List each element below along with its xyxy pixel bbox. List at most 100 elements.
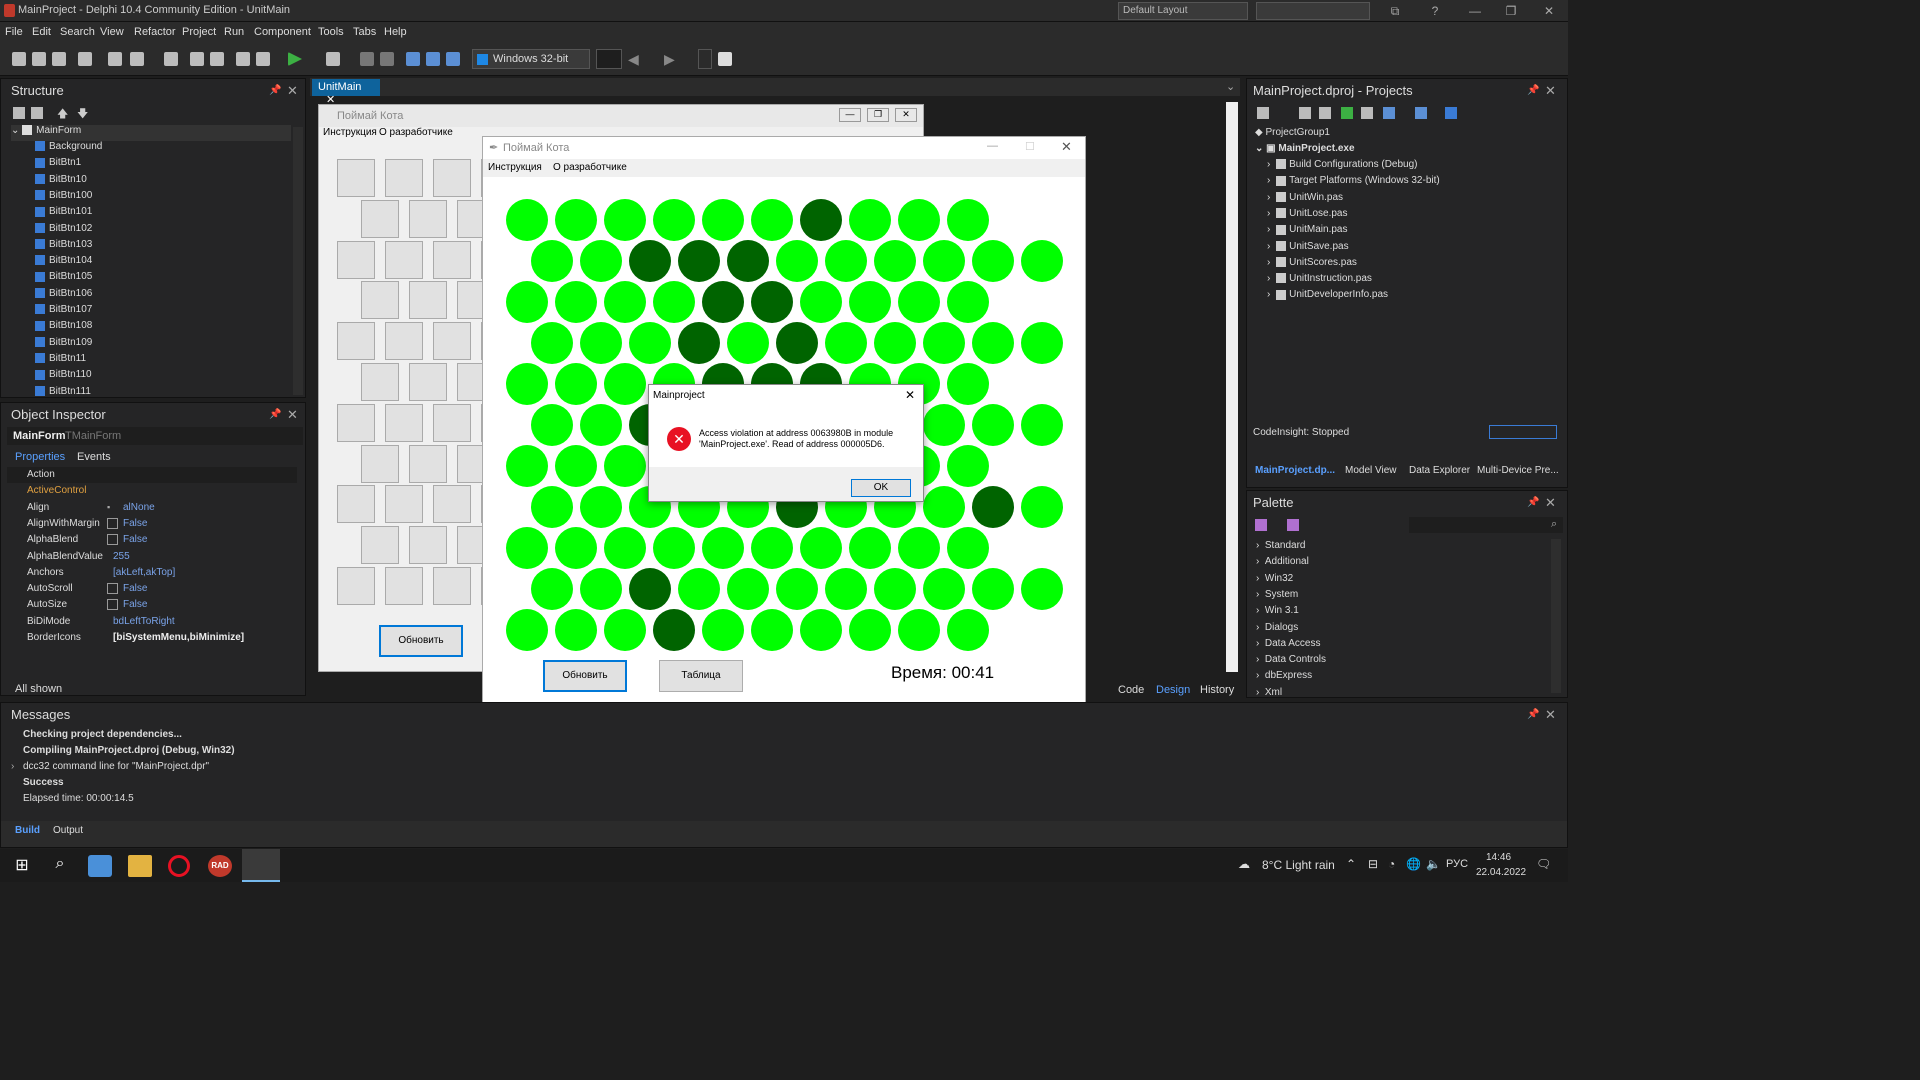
game-cell[interactable] [555,363,597,405]
game-cell[interactable] [922,240,965,282]
search-icon[interactable]: ⌕ [1551,518,1557,531]
game-cell[interactable] [751,199,793,241]
palette-category[interactable]: › dbExpress [1256,670,1312,681]
menu-instruction[interactable]: Инструкция [488,162,542,173]
step-over-icon[interactable] [406,52,420,66]
tab-model-view[interactable]: Model View [1345,465,1397,476]
close-button[interactable]: ✕ [1538,2,1560,20]
structure-scrollbar[interactable] [293,127,303,395]
game-cell[interactable] [506,609,548,651]
tab-projects[interactable]: MainProject.dp... [1255,465,1335,476]
game-cell[interactable] [579,486,622,528]
volume-icon[interactable]: 🔈 [1426,857,1441,871]
game-cell[interactable] [971,322,1014,364]
tab-history[interactable]: History [1200,684,1234,696]
game-cell[interactable] [677,240,720,282]
game-cell[interactable] [506,527,548,569]
game-cell[interactable] [873,240,916,282]
close-icon[interactable]: ✕ [1545,707,1556,723]
config-box[interactable] [596,49,622,69]
tab-unitmain[interactable]: UnitMain ✕ [312,79,380,106]
game-cell[interactable] [579,322,622,364]
game-cell[interactable] [775,240,818,282]
add-file-icon[interactable] [236,52,250,66]
palette-category[interactable]: › Win 3.1 [1256,605,1299,616]
game-cell[interactable] [726,568,769,610]
chevron-up-icon[interactable]: ⌃ [1346,857,1356,871]
game-cell[interactable] [677,568,720,610]
game-cell[interactable] [824,240,867,282]
game-cell[interactable] [800,199,842,241]
project-exe[interactable]: ⌄ ▣ MainProject.exe [1255,143,1355,154]
forward-icon[interactable]: ▶ [664,51,675,68]
device-icon[interactable] [718,52,732,66]
game-cell[interactable] [628,568,671,610]
tree-root[interactable]: ⌄ MainForm [11,125,291,141]
sync-icon[interactable] [1341,107,1353,119]
menu-file[interactable]: File [5,26,23,38]
search-icon[interactable]: ⌕ [48,855,72,877]
structure-item[interactable]: BitBtn102 [35,223,92,239]
game-cell[interactable] [530,322,573,364]
property-row[interactable]: AlphaBlend False [7,532,297,548]
property-row[interactable]: Anchors [akLeft,akTop] [7,565,297,581]
notifications-icon[interactable]: 🗨 [1536,857,1551,871]
build-icon[interactable] [1361,107,1373,119]
project-item[interactable]: › UnitLose.pas [1267,208,1347,219]
game-cell[interactable] [530,240,573,282]
game-cell[interactable] [506,363,548,405]
game-cell[interactable] [775,322,818,364]
run-without-debug-icon[interactable] [326,52,340,66]
close-button[interactable]: ✕ [905,388,915,402]
view-icon[interactable] [1445,107,1457,119]
structure-item[interactable]: Background [35,141,102,157]
structure-item[interactable]: BitBtn1 [35,157,81,173]
game-cell[interactable] [751,609,793,651]
layout-icon[interactable]: ⧉ [1384,2,1406,20]
project-item[interactable]: › UnitInstruction.pas [1267,273,1372,284]
project-item[interactable]: › Build Configurations (Debug) [1267,159,1418,170]
down-arrow-icon[interactable]: 🡇 [77,105,88,124]
game-cell[interactable] [947,199,989,241]
weather-text[interactable]: 8°C Light rain [1262,858,1335,872]
game-cell[interactable] [873,322,916,364]
game-cell[interactable] [555,527,597,569]
palette-icon[interactable] [1255,519,1267,531]
close-file-icon[interactable] [78,52,92,66]
expand-icon[interactable]: › [11,761,14,772]
tab-code[interactable]: Code [1118,684,1144,696]
ide-search-input[interactable] [1256,2,1370,20]
project-item[interactable]: › UnitSave.pas [1267,241,1349,252]
game-cell[interactable] [702,527,744,569]
checkbox[interactable] [107,517,118,529]
game-cell[interactable] [726,240,769,282]
game-cell[interactable] [604,445,646,487]
structure-item[interactable]: BitBtn103 [35,239,92,255]
structure-item[interactable]: BitBtn104 [35,255,92,271]
game-cell[interactable] [922,568,965,610]
project-item[interactable]: › UnitScores.pas [1267,257,1357,268]
view-form-icon[interactable] [210,52,224,66]
project-group[interactable]: ◆ ProjectGroup1 [1255,127,1330,138]
refresh-button[interactable]: Обновить [543,660,627,692]
structure-item[interactable]: BitBtn108 [35,320,92,336]
structure-item[interactable]: BitBtn110 [35,369,92,385]
game-cell[interactable] [530,404,573,446]
game-cell[interactable] [947,445,989,487]
close-icon[interactable]: ✕ [287,407,298,423]
menu-run[interactable]: Run [224,26,244,38]
structure-item[interactable]: BitBtn100 [35,190,92,206]
game-cell[interactable] [555,445,597,487]
menu-tabs[interactable]: Tabs [353,26,376,38]
game-cell[interactable] [873,568,916,610]
tab-data-explorer[interactable]: Data Explorer [1409,465,1470,476]
game-cell[interactable] [506,199,548,241]
game-cell[interactable] [579,404,622,446]
structure-item[interactable]: BitBtn106 [35,288,92,304]
property-row[interactable]: AlignWithMargin False [7,516,297,532]
game-cell[interactable] [530,568,573,610]
tab-properties[interactable]: Properties [15,451,65,463]
designer-scrollbar[interactable] [1226,102,1238,672]
game-cell[interactable] [506,445,548,487]
records-button[interactable]: Таблица рекордов [659,660,743,711]
